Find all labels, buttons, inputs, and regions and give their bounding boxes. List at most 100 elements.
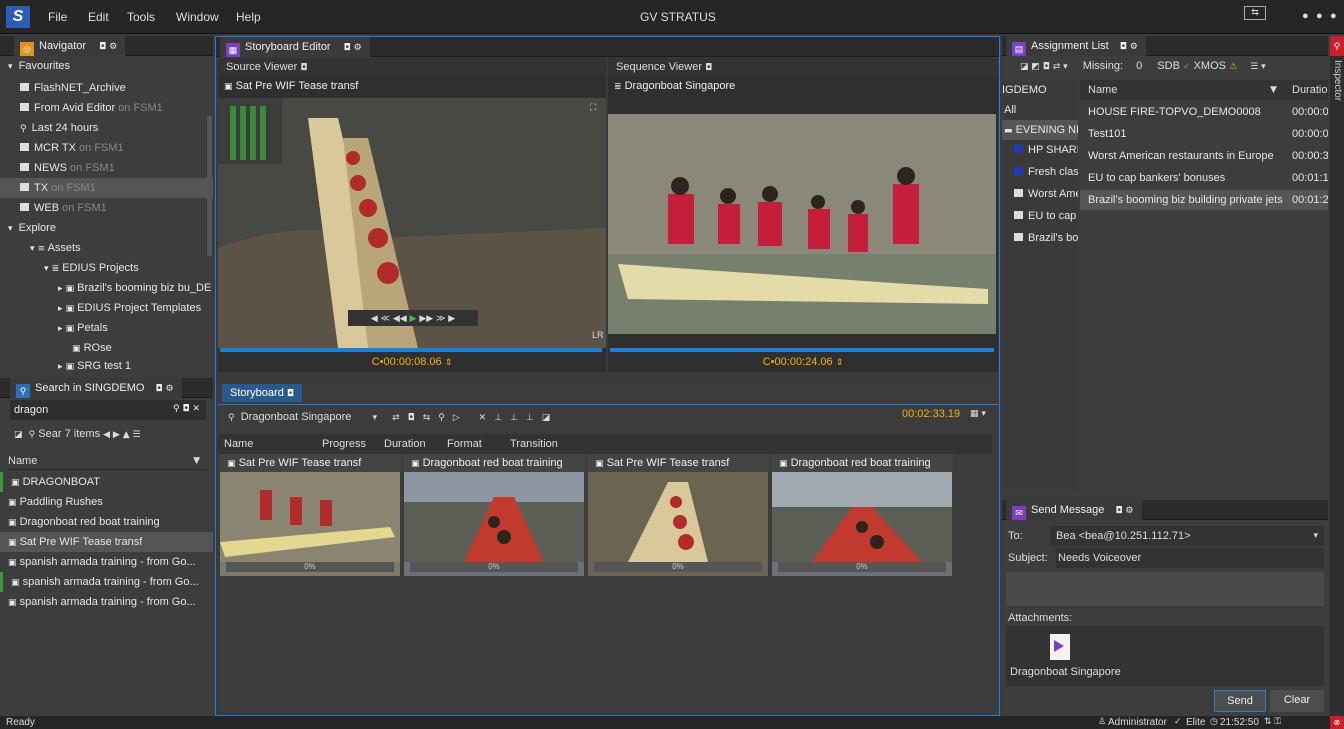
menu-file[interactable]: File xyxy=(48,10,67,24)
left-item[interactable]: Worst Ame xyxy=(1002,184,1078,204)
storyboard-clip-thumb[interactable]: 0% xyxy=(220,472,400,576)
tab-options-icon[interactable]: ◘ ⚙ xyxy=(1120,43,1138,52)
spinner-icon[interactable]: ⇕ xyxy=(836,359,844,368)
maximize-icon[interactable]: ● xyxy=(1316,10,1323,22)
tab-storyboard-editor[interactable]: ▦ Storyboard Editor ◘ ⚙ xyxy=(220,37,370,57)
menu-icon[interactable]: ☰ ▾ xyxy=(1250,63,1265,72)
source-timecode[interactable]: C•00:00:08.06 ⇕ xyxy=(218,356,606,368)
col-format[interactable]: Format xyxy=(447,434,482,454)
grid-view-icon[interactable]: ▦ ▾ xyxy=(970,410,986,419)
close-icon[interactable]: ● xyxy=(1330,10,1337,22)
tab-options-icon[interactable]: ◘ xyxy=(300,64,307,73)
fav-item[interactable]: From Avid Editor on FSM1 xyxy=(0,98,213,118)
assignment-row[interactable]: EU to cap bankers' bonuses 00:01:1: xyxy=(1080,168,1328,188)
alert-icon[interactable]: ⊗ xyxy=(1330,716,1344,729)
tab-options-icon[interactable]: ◘ ⚙ xyxy=(344,44,362,53)
search-actions-icon[interactable]: ⚲ ◘ ✕ xyxy=(173,405,200,414)
tab-navigator[interactable]: ◎ Navigator ◘ ⚙ xyxy=(14,36,126,56)
result-item[interactable]: ▣ spanish armada training - from Go... xyxy=(0,552,213,572)
message-body[interactable] xyxy=(1006,572,1324,606)
swap-layout-icon[interactable]: ⇆ xyxy=(1244,6,1266,20)
minimize-icon[interactable]: ● xyxy=(1302,10,1309,22)
clear-button[interactable]: Clear xyxy=(1270,690,1324,712)
tab-options-icon[interactable]: ◘ ⚙ xyxy=(99,43,117,52)
col-transition[interactable]: Transition xyxy=(510,434,558,454)
filter-icon[interactable]: ◪ xyxy=(14,431,23,440)
project-node[interactable]: ▣ ROse xyxy=(0,338,213,358)
tab-options-icon[interactable]: ◘ xyxy=(705,64,712,73)
dropdown-icon[interactable]: ▾ xyxy=(1313,532,1318,541)
col-name[interactable]: Name xyxy=(1088,80,1117,100)
project-node[interactable]: ▸ ▣ Petals xyxy=(0,318,213,338)
sequence-timecode[interactable]: C•00:00:24.06 ⇕ xyxy=(608,356,998,368)
scrollbar[interactable] xyxy=(207,116,212,256)
sort-icon[interactable]: ▼ xyxy=(1270,86,1277,95)
storyboard-clip-thumb[interactable]: 0% xyxy=(588,472,768,576)
zoom-icon[interactable]: ⚲ xyxy=(228,414,235,423)
sort-icon[interactable]: ▼ xyxy=(193,457,200,466)
left-item[interactable]: Brazil's boc xyxy=(1002,228,1078,248)
tab-options-icon[interactable]: ◘ xyxy=(287,390,294,399)
subject-field[interactable]: Needs Voiceover xyxy=(1056,548,1324,568)
status-user[interactable]: Administrator xyxy=(1108,716,1167,729)
left-item[interactable]: HP SHARES xyxy=(1002,140,1078,160)
col-progress[interactable]: Progress xyxy=(322,434,366,454)
result-item[interactable]: ▣ spanish armada training - from Go... xyxy=(0,592,213,612)
document-icon[interactable] xyxy=(1050,634,1070,660)
tab-search[interactable]: ⚲ Search in SINGDEMO ◘ ⚙ xyxy=(10,378,182,398)
assignment-row[interactable]: Brazil's booming biz building private je… xyxy=(1080,190,1328,210)
col-name[interactable]: Name xyxy=(224,434,253,454)
tab-options-icon[interactable]: ◘ ⚙ xyxy=(155,385,173,394)
source-viewer-tab[interactable]: Source Viewer ◘ xyxy=(218,58,606,76)
col-duration[interactable]: Duratior xyxy=(1292,80,1328,100)
assignment-row[interactable]: Worst American restaurants in Europe 00:0… xyxy=(1080,146,1328,166)
column-header-name[interactable]: Name ▼ xyxy=(8,452,206,470)
prev-icon[interactable]: ◀ ▶ ▲ ☰ xyxy=(103,431,140,440)
transport-icons[interactable]: ◀ ≪ ◀◀ ▶ ▶▶ ≫ ▶ xyxy=(371,315,455,324)
assignment-row[interactable]: Test101 00:00:0( xyxy=(1080,124,1328,144)
result-item[interactable]: ▣ spanish armada training - from Go... xyxy=(0,572,213,592)
tab-options-icon[interactable]: ◘ ⚙ xyxy=(1115,507,1133,516)
project-node[interactable]: ▸ ▣ SRG test 1 xyxy=(0,356,213,376)
left-item[interactable]: Fresh clash xyxy=(1002,162,1078,182)
source-scrub-bar[interactable] xyxy=(220,348,602,352)
inspector-tab[interactable]: Inspector xyxy=(1332,60,1343,101)
fullscreen-icon[interactable]: ⛶ xyxy=(590,104,596,113)
sequence-scrub-bar[interactable] xyxy=(610,348,994,352)
menu-edit[interactable]: Edit xyxy=(88,10,109,24)
send-button[interactable]: Send xyxy=(1214,690,1266,712)
fav-item[interactable]: WEB on FSM1 xyxy=(0,198,213,218)
storyboard-clip-thumb[interactable]: 0% xyxy=(772,472,952,576)
result-item[interactable]: ▣ Paddling Rushes xyxy=(0,492,213,512)
inspector-search-icon[interactable]: ⚲ xyxy=(1330,36,1344,56)
assets-node[interactable]: ▾ ≡ Assets xyxy=(0,238,213,258)
favourites-header[interactable]: ▾ Favourites xyxy=(0,56,213,76)
tab-storyboard[interactable]: Storyboard ◘ xyxy=(222,384,302,402)
search-input[interactable]: dragon ⚲ ◘ ✕ xyxy=(10,400,206,420)
dropdown-icon[interactable]: ▾ xyxy=(372,414,377,423)
assignment-tools-icon[interactable]: ◪ ◩ ◘ ⇄ ▾ xyxy=(1020,63,1068,72)
explore-header[interactable]: ▾ Explore xyxy=(0,218,213,238)
result-item[interactable]: ▣ DRAGONBOAT xyxy=(0,472,213,492)
storyboard-clip-thumb[interactable]: 0% xyxy=(404,472,584,576)
sequence-viewer-tab[interactable]: Sequence Viewer ◘ xyxy=(608,58,998,76)
fav-item[interactable]: NEWS on FSM1 xyxy=(0,158,213,178)
fav-item[interactable]: FlashNET_Archive xyxy=(0,78,213,98)
to-field[interactable]: Bea <bea@10.251.112.71> ▾ xyxy=(1050,526,1324,546)
col-duration[interactable]: Duration xyxy=(384,434,426,454)
status-extra-icon[interactable]: ⇅ ⚿ xyxy=(1264,718,1281,727)
sequence-select[interactable]: Dragonboat Singapore xyxy=(241,411,352,423)
project-node[interactable]: ▸ ▣ Brazil's booming biz bu_DE xyxy=(0,278,213,298)
fav-item[interactable]: MCR TX on FSM1 xyxy=(0,138,213,158)
storyboard-tools-icon[interactable]: ⇄◘⇆⚲▷ ✕⊥⊥⊥◪ xyxy=(392,414,558,423)
menu-window[interactable]: Window xyxy=(176,10,219,24)
result-item[interactable]: ▣ Dragonboat red boat training xyxy=(0,512,213,532)
fav-item[interactable]: TX on FSM1 xyxy=(0,178,213,198)
source-video[interactable]: ◀ ≪ ◀◀ ▶ ▶▶ ≫ ▶ ⛶ LR xyxy=(218,98,606,348)
left-group[interactable]: ▬ EVENING NEV xyxy=(1002,120,1078,140)
tab-send-message[interactable]: ✉ Send Message ◘ ⚙ xyxy=(1006,500,1142,520)
menu-help[interactable]: Help xyxy=(236,10,261,24)
left-item[interactable]: EU to cap l xyxy=(1002,206,1078,226)
edius-projects-node[interactable]: ▾ ≣ EDIUS Projects xyxy=(0,258,213,278)
fav-item[interactable]: ⚲ Last 24 hours xyxy=(0,118,213,138)
